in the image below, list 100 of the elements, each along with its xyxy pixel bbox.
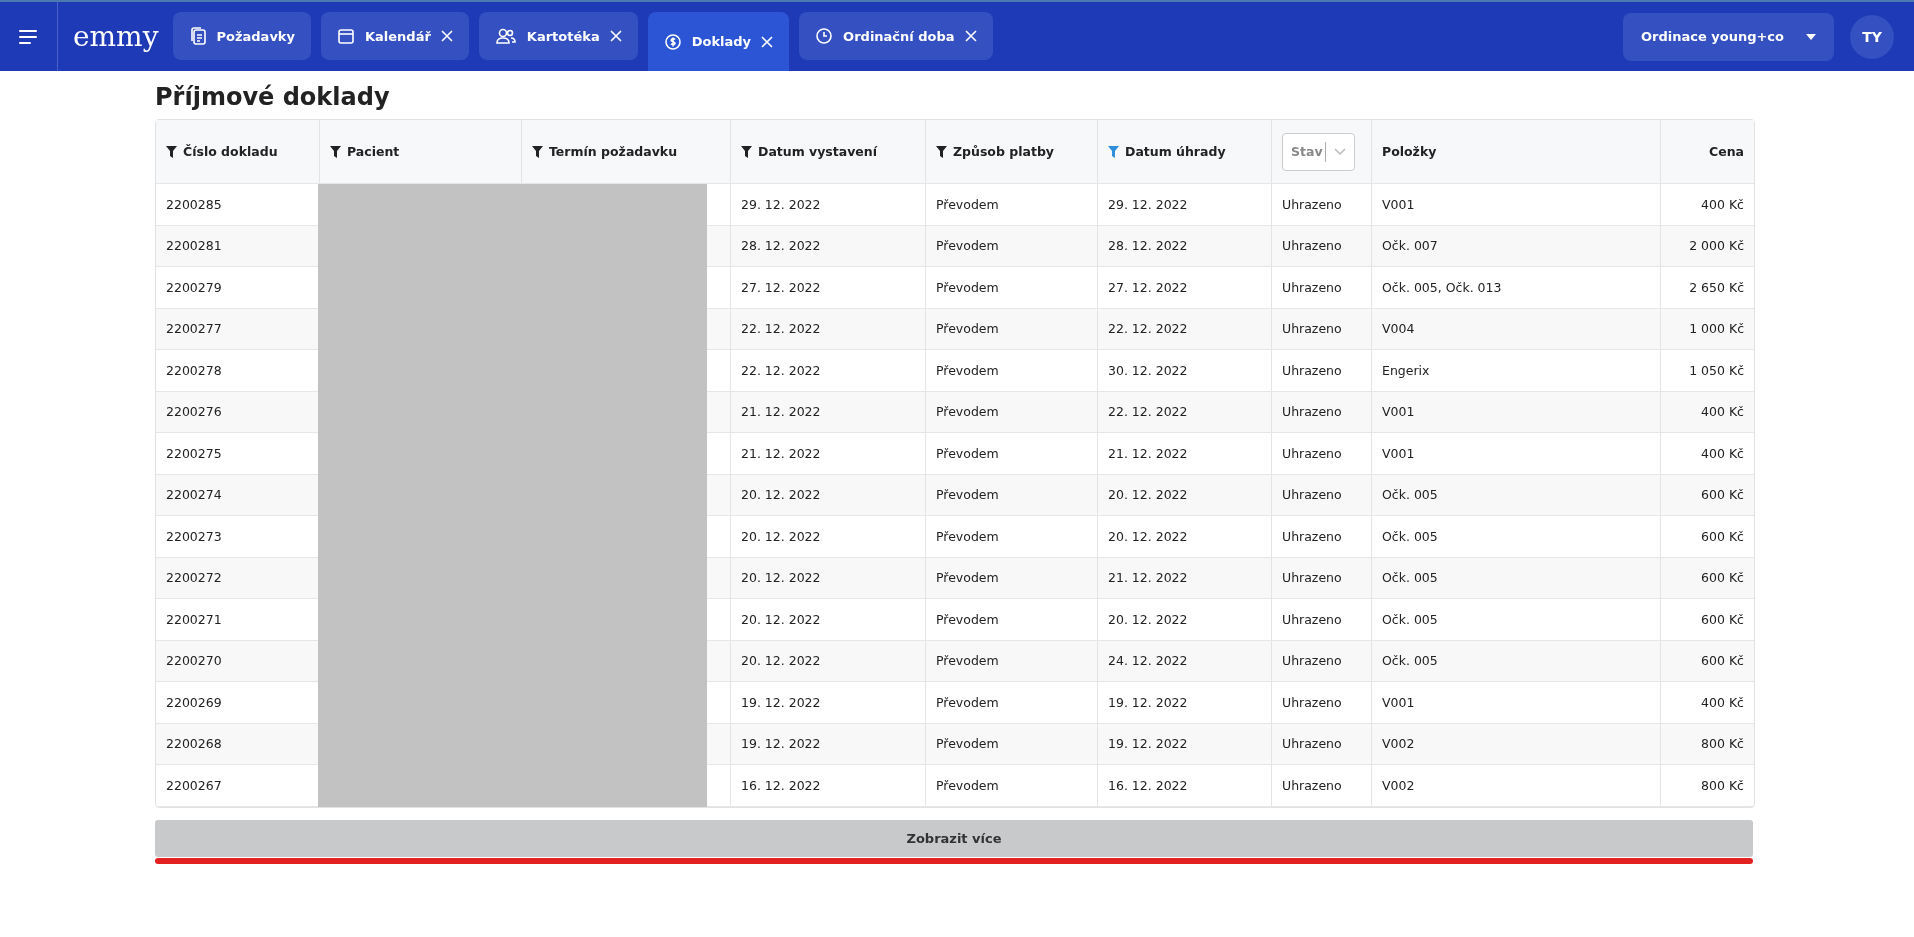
- table-cell: 20. 12. 2022: [741, 487, 821, 503]
- table-cell: 800 Kč: [1701, 736, 1744, 752]
- table-cell: 400 Kč: [1701, 196, 1744, 212]
- table-cell: Uhrazeno: [1282, 279, 1342, 295]
- table-cell: 21. 12. 2022: [741, 404, 821, 420]
- table-cell: 2 650 Kč: [1689, 279, 1744, 295]
- table-cell: Uhrazeno: [1282, 736, 1342, 752]
- table-cell: Uhrazeno: [1282, 694, 1342, 710]
- table-cell: 19. 12. 2022: [741, 694, 821, 710]
- table-cell: Očk. 005, Očk. 013: [1382, 279, 1502, 295]
- table-cell: Uhrazeno: [1282, 487, 1342, 503]
- table-cell: V001: [1382, 404, 1415, 420]
- table-cell: 20. 12. 2022: [1108, 611, 1188, 627]
- close-icon[interactable]: [964, 30, 977, 42]
- table-cell: Uhrazeno: [1282, 404, 1342, 420]
- column-header[interactable]: Pacient: [320, 120, 522, 183]
- calendar-icon: [337, 27, 355, 45]
- tab[interactable]: Doklady: [647, 12, 790, 71]
- table-cell: Očk. 005: [1382, 528, 1438, 544]
- table-cell: 30. 12. 2022: [1108, 362, 1188, 378]
- close-icon[interactable]: [609, 30, 622, 42]
- table-cell: 21. 12. 2022: [741, 445, 821, 461]
- table-cell: Převodem: [936, 238, 999, 254]
- table-cell: V001: [1382, 196, 1415, 212]
- menu-icon: [18, 29, 39, 44]
- logo: emmy: [73, 20, 159, 53]
- table-cell: 2200277: [166, 321, 222, 337]
- filter-icon[interactable]: [532, 145, 543, 158]
- close-icon[interactable]: [761, 35, 774, 48]
- column-header[interactable]: Stav: [1272, 120, 1372, 183]
- table-cell: 19. 12. 2022: [1108, 694, 1188, 710]
- table-cell: 29. 12. 2022: [1108, 196, 1188, 212]
- table-cell: 20. 12. 2022: [1108, 528, 1188, 544]
- table-cell: 2200279: [166, 279, 222, 295]
- table-cell: 1 050 Kč: [1689, 362, 1744, 378]
- table-cell: Převodem: [936, 279, 999, 295]
- table-cell: Převodem: [936, 404, 999, 420]
- table-cell: 800 Kč: [1701, 777, 1744, 793]
- table-cell: 2200276: [166, 404, 222, 420]
- table-cell: Uhrazeno: [1282, 570, 1342, 586]
- column-header[interactable]: Položky: [1372, 120, 1661, 183]
- tab[interactable]: Ordinační doba: [799, 12, 993, 60]
- column-header[interactable]: Způsob platby: [926, 120, 1098, 183]
- status-select[interactable]: Stav: [1282, 132, 1355, 171]
- table-cell: 20. 12. 2022: [1108, 487, 1188, 503]
- table-cell: 2200268: [166, 736, 222, 752]
- table-cell: V004: [1382, 321, 1415, 337]
- table-cell: 27. 12. 2022: [741, 279, 821, 295]
- page-title: Příjmové doklady: [155, 83, 391, 111]
- filter-icon[interactable]: [330, 145, 341, 158]
- documents-icon: [188, 26, 207, 46]
- table-cell: Očk. 005: [1382, 570, 1438, 586]
- column-header[interactable]: Datum úhrady: [1098, 120, 1272, 183]
- table-cell: Uhrazeno: [1282, 445, 1342, 461]
- filter-icon[interactable]: [936, 145, 947, 158]
- table-cell: Převodem: [936, 196, 999, 212]
- table-cell: 2200281: [166, 238, 222, 254]
- table-cell: Převodem: [936, 321, 999, 337]
- table-cell: Převodem: [936, 362, 999, 378]
- table-cell: 2200270: [166, 653, 222, 669]
- clinic-dropdown[interactable]: Ordinace young+co: [1622, 12, 1834, 61]
- table-cell: 27. 12. 2022: [1108, 279, 1188, 295]
- table-cell: 600 Kč: [1701, 528, 1744, 544]
- table-cell: 20. 12. 2022: [741, 528, 821, 544]
- table-cell: 2200278: [166, 362, 222, 378]
- table-cell: Uhrazeno: [1282, 777, 1342, 793]
- column-header[interactable]: Cena: [1661, 120, 1754, 183]
- table-cell: 16. 12. 2022: [741, 777, 821, 793]
- dollar-coin-icon: [663, 32, 682, 51]
- table-cell: V001: [1382, 694, 1415, 710]
- table-cell: Uhrazeno: [1282, 611, 1342, 627]
- column-header[interactable]: Termín požadavku: [522, 120, 731, 183]
- column-header[interactable]: Číslo dokladu: [156, 120, 320, 183]
- table-cell: Engerix: [1382, 362, 1430, 378]
- table-cell: 20. 12. 2022: [741, 611, 821, 627]
- table-cell: Očk. 005: [1382, 487, 1438, 503]
- filter-icon[interactable]: [166, 145, 177, 158]
- table-cell: 22. 12. 2022: [741, 321, 821, 337]
- column-header[interactable]: Datum vystavení: [731, 120, 926, 183]
- tab[interactable]: Požadavky: [172, 12, 311, 60]
- tab[interactable]: Kalendář: [321, 12, 469, 60]
- clock-icon: [815, 27, 834, 45]
- table-cell: Uhrazeno: [1282, 653, 1342, 669]
- table-cell: 1 000 Kč: [1689, 321, 1744, 337]
- table-cell: Očk. 005: [1382, 653, 1438, 669]
- table-cell: Převodem: [936, 694, 999, 710]
- table-cell: Očk. 005: [1382, 611, 1438, 627]
- table-cell: 600 Kč: [1701, 653, 1744, 669]
- filter-icon[interactable]: [741, 145, 752, 158]
- table-cell: Uhrazeno: [1282, 238, 1342, 254]
- table-cell: 2200275: [166, 445, 222, 461]
- table-cell: Uhrazeno: [1282, 196, 1342, 212]
- tab[interactable]: Kartotéka: [478, 12, 638, 60]
- close-icon[interactable]: [440, 30, 453, 42]
- user-avatar[interactable]: TY: [1850, 14, 1894, 59]
- table-cell: Převodem: [936, 653, 999, 669]
- table-cell: 22. 12. 2022: [1108, 321, 1188, 337]
- show-more-button[interactable]: Zobrazit více: [155, 819, 1753, 857]
- table-cell: 600 Kč: [1701, 611, 1744, 627]
- table-cell: Převodem: [936, 445, 999, 461]
